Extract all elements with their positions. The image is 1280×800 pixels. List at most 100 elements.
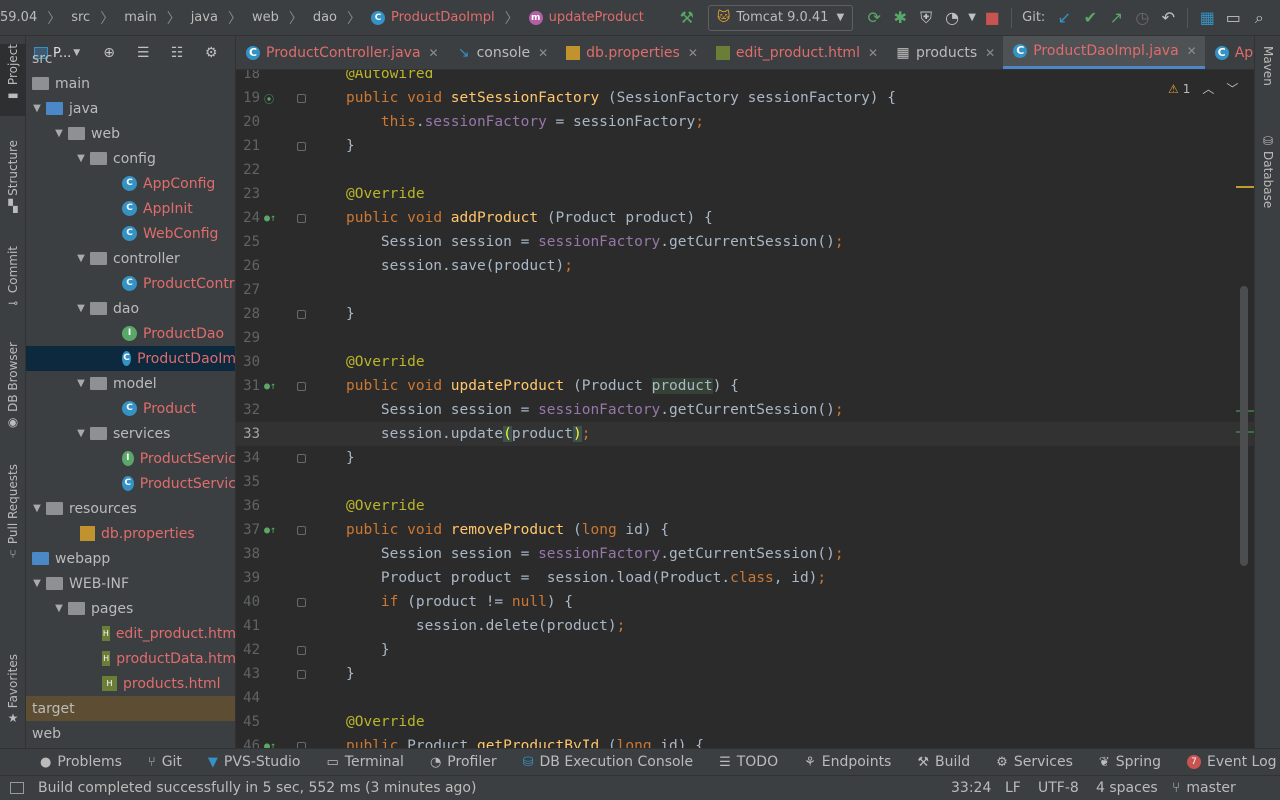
tree-item[interactable]: ▼ WEB-INF <box>26 571 235 596</box>
fold-icon[interactable] <box>297 213 306 223</box>
line-number[interactable]: 33 <box>236 426 260 442</box>
chevron-down-icon[interactable]: ▼ <box>28 503 46 514</box>
fold-icon[interactable] <box>297 525 306 535</box>
line-number[interactable]: 41 <box>236 618 260 634</box>
line-number[interactable]: 43 <box>236 666 260 682</box>
run-configuration-select[interactable]: 🐱 Tomcat 9.0.41 ▼ <box>707 4 854 31</box>
line-number[interactable]: 40 <box>236 594 260 610</box>
tree-item[interactable]: HproductData.htm <box>26 646 235 671</box>
tree-item[interactable]: ▼ dao <box>26 296 235 321</box>
tool-windows-toggle-icon[interactable] <box>10 782 24 794</box>
code-line[interactable]: 21} <box>236 134 1254 158</box>
editor-tab[interactable]: ↘ console ✕ <box>447 36 557 69</box>
close-icon[interactable]: ✕ <box>538 46 548 60</box>
line-number[interactable]: 27 <box>236 282 260 298</box>
line-number[interactable]: 45 <box>236 714 260 730</box>
tree-item[interactable]: ▼ model <box>26 371 235 396</box>
line-number[interactable]: 28 <box>236 306 260 322</box>
code-text[interactable]: session.delete(product); <box>346 618 626 634</box>
code-line[interactable]: 35 <box>236 470 1254 494</box>
tool-button-endpoints[interactable]: ⚘ Endpoints <box>804 754 891 770</box>
code-text[interactable]: @Autowired <box>346 70 433 82</box>
code-line[interactable]: 39 Product product = session.load(Produc… <box>236 566 1254 590</box>
implements-gutter-icon[interactable]: ●↑ <box>264 381 276 392</box>
chevron-down-icon[interactable]: ▼ <box>72 303 90 314</box>
rerun-icon[interactable]: ⟳ <box>861 5 887 31</box>
tool-tab-db-browser[interactable]: DB Browser ◉ <box>0 342 26 442</box>
code-line[interactable]: 36 @Override <box>236 494 1254 518</box>
line-number[interactable]: 26 <box>236 258 260 274</box>
tool-tab-structure[interactable]: Structure ▚ <box>0 140 26 220</box>
breadcrumb-item[interactable]: src 〉 <box>71 8 124 28</box>
chevron-down-icon[interactable]: ▼ <box>72 378 90 389</box>
line-number[interactable]: 20 <box>236 114 260 130</box>
tool-button-terminal[interactable]: ▭ Terminal <box>326 754 403 770</box>
tree-item[interactable]: I ProductDao <box>26 321 235 346</box>
code-text[interactable]: } <box>346 450 355 466</box>
chevron-down-icon[interactable]: ▼ <box>72 428 90 439</box>
tool-button-todo[interactable]: ☰ TODO <box>719 754 778 770</box>
editor-tab[interactable]: edit_product.html ✕ <box>706 36 886 69</box>
chevron-down-icon[interactable]: ▼ <box>72 253 90 264</box>
code-text[interactable]: @Override <box>346 354 425 370</box>
code-line[interactable]: 44 <box>236 686 1254 710</box>
breadcrumb-item[interactable]: 59.04 〉 <box>0 8 71 28</box>
code-text[interactable]: } <box>346 138 355 154</box>
tree-item-selected[interactable]: C ProductDaoIm <box>26 346 235 371</box>
chevron-down-icon[interactable]: ▼ <box>965 5 979 31</box>
tree-item[interactable]: db.properties <box>26 521 235 546</box>
tree-item[interactable]: target <box>26 696 235 721</box>
code-line[interactable]: 42 } <box>236 638 1254 662</box>
tree-item[interactable]: C ProductContr <box>26 271 235 296</box>
code-text[interactable]: @Override <box>346 498 425 514</box>
autowired-gutter-icon[interactable]: ⦿ <box>264 91 274 106</box>
fold-icon[interactable] <box>297 93 306 103</box>
code-line[interactable]: 31 ●↑ public void updateProduct (Product p… <box>236 374 1254 398</box>
git-branch-widget[interactable]: ⑂ master <box>1172 776 1236 800</box>
rollback-icon[interactable]: ↶ <box>1155 5 1181 31</box>
close-icon[interactable]: ✕ <box>1187 44 1197 58</box>
code-text[interactable]: } <box>346 642 390 658</box>
warning-marker[interactable] <box>1236 186 1254 188</box>
close-icon[interactable]: ✕ <box>868 46 878 60</box>
code-line[interactable]: 27 <box>236 278 1254 302</box>
tool-button-pvs-studio[interactable]: ▼ PVS-Studio <box>208 754 301 770</box>
tool-tab-database[interactable]: ⛁ Database <box>1255 134 1280 234</box>
close-icon[interactable]: ✕ <box>429 46 439 60</box>
tree-item[interactable]: C Product <box>26 396 235 421</box>
editor-tab[interactable]: db.properties ✕ <box>556 36 706 69</box>
editor-tab[interactable]: CAppC⌄ <box>1205 36 1254 69</box>
code-text[interactable]: Session session = sessionFactory.getCurr… <box>346 546 844 562</box>
search-icon[interactable]: ⌕ <box>1246 5 1272 31</box>
code-text[interactable]: session.save(product); <box>346 258 573 274</box>
fold-icon[interactable] <box>297 453 306 463</box>
tree-item[interactable]: C ProductServic <box>26 471 235 496</box>
code-text[interactable]: @Override <box>346 186 425 202</box>
breadcrumb-item[interactable]: C ProductDaoImpl 〉 <box>371 8 529 28</box>
tree-item[interactable]: ▼ resources <box>26 496 235 521</box>
code-line[interactable]: 41 session.delete(product); <box>236 614 1254 638</box>
line-number[interactable]: 19 <box>236 90 260 106</box>
line-number[interactable]: 29 <box>236 330 260 346</box>
breadcrumb-item[interactable]: m updateProduct <box>528 10 644 25</box>
tree-item[interactable]: ▼ controller <box>26 246 235 271</box>
editor-scrollbar[interactable] <box>1240 286 1248 566</box>
tree-item[interactable]: main <box>26 71 235 96</box>
code-line[interactable]: 37 ●↑ public void removeProduct (long id) … <box>236 518 1254 542</box>
tool-button-git[interactable]: ⑂ Git <box>148 754 182 770</box>
code-text[interactable]: this.sessionFactory = sessionFactory; <box>346 114 704 130</box>
line-number[interactable]: 32 <box>236 402 260 418</box>
editor-tab[interactable]: ▦ products ✕ <box>886 36 1003 69</box>
tool-tab-maven[interactable]: Maven <box>1255 46 1280 116</box>
chevron-down-icon[interactable]: ▼ <box>28 578 46 589</box>
tool-tab-pull-requests[interactable]: Pull Requests ⑂ <box>0 464 26 574</box>
code-line[interactable]: 24 ●↑ public void addProduct (Product prod… <box>236 206 1254 230</box>
code-line[interactable]: 45 @Override <box>236 710 1254 734</box>
line-number[interactable]: 21 <box>236 138 260 154</box>
code-line[interactable]: 22 <box>236 158 1254 182</box>
code-line[interactable]: 23 @Override <box>236 182 1254 206</box>
fold-icon[interactable] <box>297 381 306 391</box>
fold-icon[interactable] <box>297 645 306 655</box>
tree-item[interactable]: Hedit_product.htm <box>26 621 235 646</box>
line-number[interactable]: 42 <box>236 642 260 658</box>
